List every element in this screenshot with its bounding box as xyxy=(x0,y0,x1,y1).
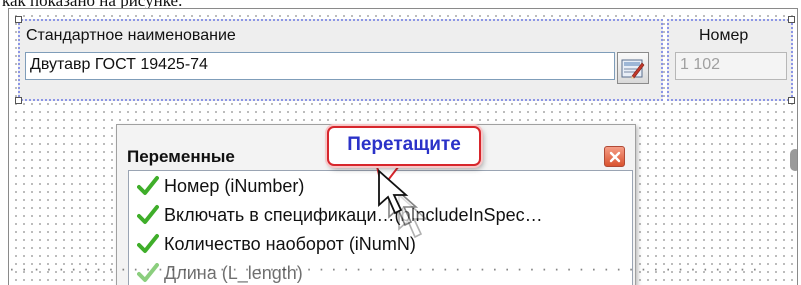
list-item[interactable]: Номер (iNumber) xyxy=(137,172,304,200)
form-designer-canvas: Стандартное наименование Двутавр ГОСТ 19… xyxy=(8,8,798,285)
name-group[interactable]: Стандартное наименование Двутавр ГОСТ 19… xyxy=(18,19,663,101)
list-item-label: Длина (L_length) xyxy=(164,262,303,283)
number-label: Номер xyxy=(699,27,749,44)
pick-standard-button[interactable] xyxy=(617,52,649,84)
drag-hint-callout: Перетащите xyxy=(327,126,481,166)
check-icon xyxy=(137,234,159,253)
list-item[interactable]: Количество наоборот (iNumN) xyxy=(137,230,416,258)
close-button[interactable] xyxy=(604,146,625,167)
list-item[interactable]: Включать в спецификаци…(bIncludeInSpec… xyxy=(137,201,543,229)
check-icon xyxy=(137,205,159,224)
close-icon xyxy=(609,151,621,163)
name-label: Стандартное наименование xyxy=(26,27,236,44)
name-field[interactable]: Двутавр ГОСТ 19425-74 xyxy=(25,52,615,80)
selection-handle[interactable] xyxy=(15,16,22,23)
panel-title: Переменные xyxy=(127,147,235,166)
selection-handle[interactable] xyxy=(15,97,22,104)
list-item[interactable]: Длина (L_length) xyxy=(137,259,303,285)
pick-icon xyxy=(621,59,645,79)
list-item-label: Номер (iNumber) xyxy=(164,175,305,196)
check-icon xyxy=(137,176,159,195)
partial-control xyxy=(790,149,797,171)
selection-handle[interactable] xyxy=(788,16,795,23)
number-field[interactable]: 1 102 xyxy=(675,52,787,80)
cursor-icon xyxy=(378,169,429,239)
check-icon xyxy=(137,263,159,282)
selection-handle[interactable] xyxy=(788,97,795,104)
number-group[interactable]: Номер 1 102 xyxy=(667,19,793,101)
list-item-label: Включать в спецификаци…(bIncludeInSpec… xyxy=(164,204,543,225)
